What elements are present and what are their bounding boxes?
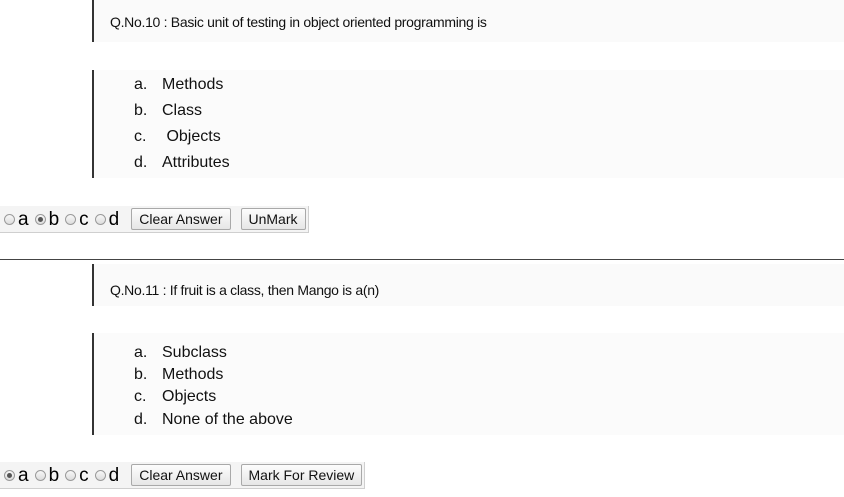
option-letter: d.: [134, 154, 148, 171]
option-c: c. Objects: [134, 388, 216, 406]
option-letter: b.: [134, 102, 148, 119]
option-b: b. Class: [134, 102, 202, 120]
radio-label-d: d: [108, 208, 120, 230]
options-panel: a. Subclass b. Methods c. Objects d. None of…: [92, 333, 844, 435]
option-label: Attributes: [162, 154, 230, 171]
option-letter: b.: [134, 366, 148, 383]
option-label: None of the above: [162, 411, 293, 428]
option-letter: a.: [134, 76, 148, 93]
radio-label-b: b: [48, 208, 60, 230]
option-b: b. Methods: [134, 366, 223, 384]
answer-bar: a b c d Clear Answer Mark For Review: [0, 462, 366, 489]
question-divider: [0, 259, 844, 260]
option-label: Class: [162, 102, 203, 119]
question-text-panel: Q.No.10 : Basic unit of testing in objec…: [92, 0, 844, 42]
option-label: Methods: [162, 76, 224, 93]
clear-answer-button[interactable]: Clear Answer: [131, 208, 231, 230]
radio-a[interactable]: [4, 469, 15, 481]
option-a: a. Methods: [134, 76, 223, 94]
question-text: Q.No.10 : Basic unit of testing in objec…: [110, 14, 487, 30]
option-c: c. Objects: [134, 128, 221, 146]
option-letter: c.: [134, 388, 147, 405]
option-d: d. None of the above: [134, 411, 293, 429]
option-label: Objects: [162, 388, 217, 405]
radio-c[interactable]: [65, 469, 77, 481]
option-label: Methods: [162, 366, 224, 383]
option-letter: c.: [134, 128, 147, 145]
option-letter: d.: [134, 411, 148, 428]
option-d: d. Attributes: [134, 154, 230, 172]
option-label: Subclass: [162, 344, 227, 361]
radio-label-c: c: [79, 208, 89, 230]
radio-d[interactable]: [94, 213, 106, 225]
answer-bar: a b c d Clear Answer UnMark: [0, 206, 309, 233]
radio-label-d: d: [108, 464, 120, 486]
option-label: Objects: [162, 128, 221, 145]
radio-c[interactable]: [65, 213, 77, 225]
radio-label-c: c: [79, 464, 89, 486]
radio-label-b: b: [48, 464, 60, 486]
question-text-panel: Q.No.11 : If fruit is a class, then Mang…: [92, 264, 844, 306]
radio-label-a: a: [18, 464, 29, 486]
question-text: Q.No.11 : If fruit is a class, then Mang…: [110, 282, 380, 298]
unmark-button[interactable]: UnMark: [240, 208, 306, 230]
options-panel: a. Methods b. Class c. Objects d. Attribute…: [92, 70, 844, 178]
radio-b[interactable]: [34, 469, 46, 481]
radio-d[interactable]: [94, 469, 106, 481]
radio-a[interactable]: [4, 213, 15, 225]
mark-for-review-button[interactable]: Mark For Review: [240, 464, 363, 486]
option-letter: a.: [134, 344, 148, 361]
radio-label-a: a: [18, 208, 29, 230]
option-a: a. Subclass: [134, 344, 227, 362]
radio-b[interactable]: [34, 213, 46, 225]
clear-answer-button[interactable]: Clear Answer: [131, 464, 231, 486]
